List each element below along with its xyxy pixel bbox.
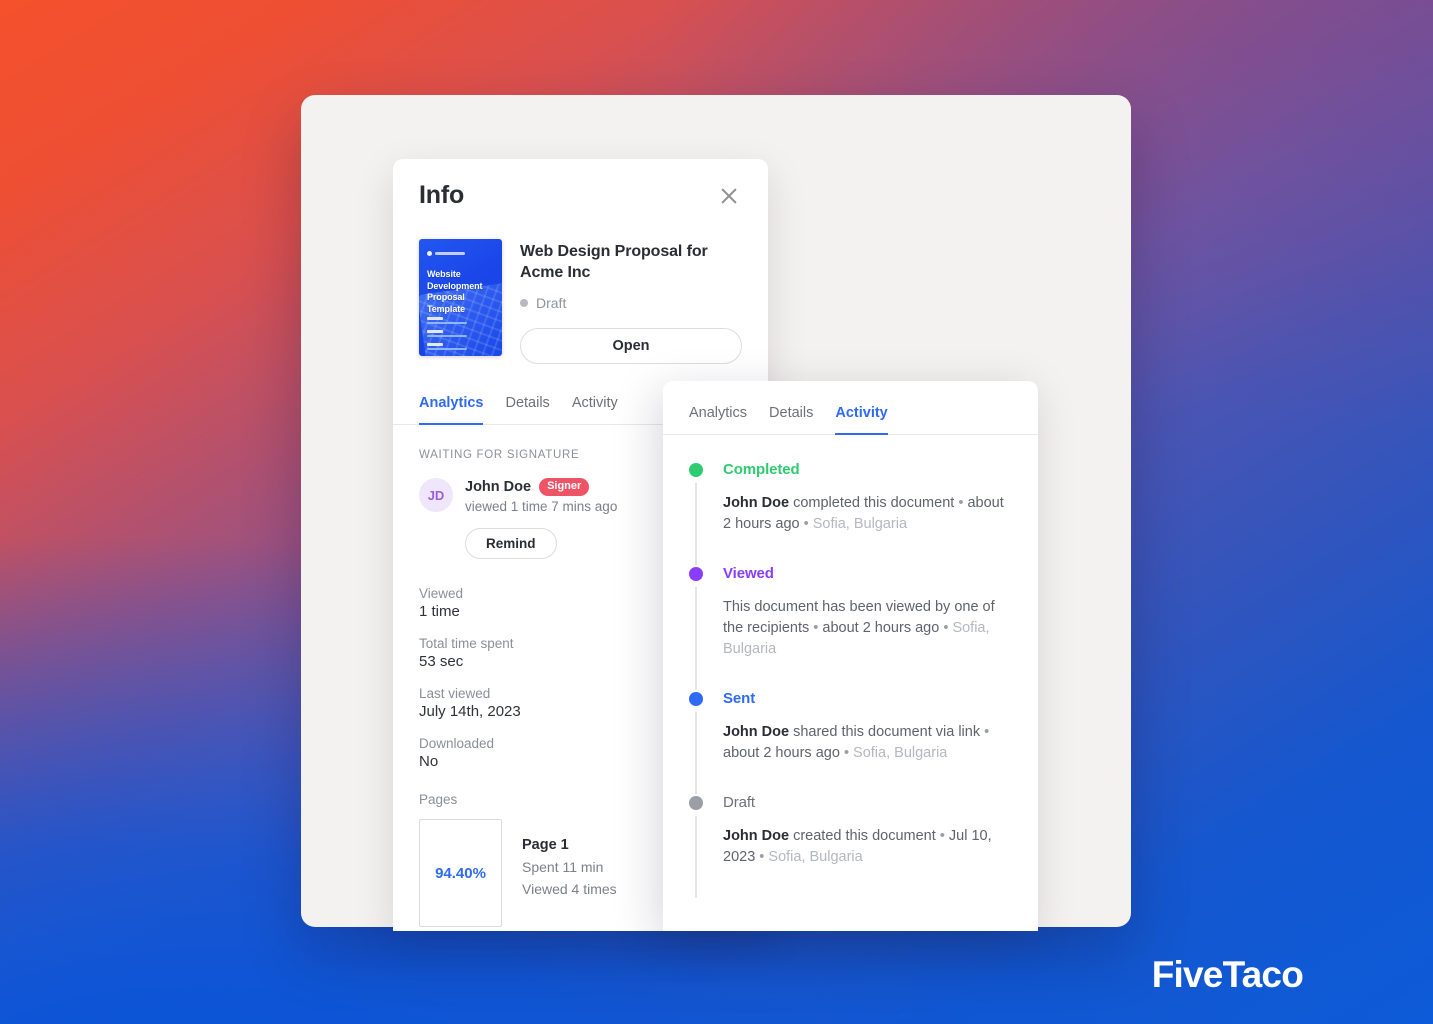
info-panel-header: Info [393,159,768,214]
timeline-connector [695,483,697,565]
activity-description: John Doe created this document • Jul 10,… [723,828,992,865]
tab-activity[interactable]: Activity [835,405,888,435]
thumbnail-brand-mark [427,251,465,256]
page-view-count: Viewed 4 times [522,881,617,897]
document-summary: Website Development Proposal Template We… [393,214,768,364]
tab-details[interactable]: Details [769,405,813,435]
page-title: Info [419,181,465,209]
activity-description: John Doe shared this document via link •… [723,724,990,761]
activity-status: Sent [723,690,756,707]
activity-actor: John Doe [723,495,790,511]
activity-status: Viewed [723,565,774,582]
activity-timeline: Completed John Doe completed this docume… [663,435,1038,898]
activity-description: This document has been viewed by one of … [723,599,995,657]
activity-location: Sofia, Bulgaria [768,849,863,865]
signer-role-badge: Signer [539,478,590,496]
activity-action: completed this document [793,495,955,511]
activity-location: Sofia, Bulgaria [853,745,948,761]
signer-details: John Doe Signer viewed 1 time 7 mins ago… [465,478,617,559]
page-percent: 94.40% [435,864,486,882]
signer-subtitle: viewed 1 time 7 mins ago [465,499,618,514]
page-time-spent: Spent 11 min [522,859,604,875]
status-badge: Draft [520,295,742,311]
open-button[interactable]: Open [520,328,742,364]
status-dot-icon [689,463,703,477]
timeline-connector [695,816,697,898]
page-title: Page 1 [522,837,569,853]
activity-event-draft: Draft John Doe created this document • J… [689,794,1012,898]
page-info: Page 1 Spent 11 min Viewed 4 times [522,819,617,897]
activity-tabs: Analytics Details Activity [663,381,1038,435]
tab-details[interactable]: Details [505,395,549,425]
activity-time: about 2 hours ago [723,745,840,761]
activity-status: Draft [723,794,756,811]
status-dot-icon [689,567,703,581]
activity-time: about 2 hours ago [822,620,940,636]
activity-action: created this document [793,828,936,844]
status-dot-icon [689,692,703,706]
activity-event-viewed: Viewed This document has been viewed by … [689,565,1012,690]
activity-status: Completed [723,461,800,478]
activity-panel: Analytics Details Activity Completed Joh… [663,381,1038,931]
tab-analytics[interactable]: Analytics [689,405,747,435]
activity-actor: John Doe [723,828,790,844]
fivetaco-logo: FiveTaco [1151,954,1304,995]
activity-action: shared this document via link [793,724,981,740]
status-dot-icon [689,796,703,810]
activity-actor: John Doe [723,724,790,740]
close-icon[interactable] [716,183,742,209]
timeline-connector [695,587,697,690]
page-thumbnail[interactable]: 94.40% [419,819,502,927]
status-label: Draft [536,295,567,311]
avatar: JD [419,478,453,512]
tab-activity[interactable]: Activity [572,395,618,425]
document-thumbnail[interactable]: Website Development Proposal Template [419,239,502,356]
signer-name-row: John Doe Signer [465,478,617,496]
tab-analytics[interactable]: Analytics [419,395,484,425]
activity-event-completed: Completed John Doe completed this docume… [689,461,1012,565]
thumbnail-title: Website Development Proposal Template [427,269,483,314]
activity-location: Sofia, Bulgaria [812,516,908,532]
document-name: Web Design Proposal for Acme Inc [520,243,708,281]
thumbnail-meta-lines [427,317,467,356]
status-dot-icon [520,299,528,307]
remind-button[interactable]: Remind [465,528,557,559]
activity-description: John Doe completed this document • about… [723,495,1004,532]
activity-event-sent: Sent John Doe shared this document via l… [689,690,1012,794]
document-meta: Web Design Proposal for Acme Inc Draft O… [520,239,742,364]
timeline-connector [695,712,697,794]
signer-name: John Doe [465,479,532,495]
